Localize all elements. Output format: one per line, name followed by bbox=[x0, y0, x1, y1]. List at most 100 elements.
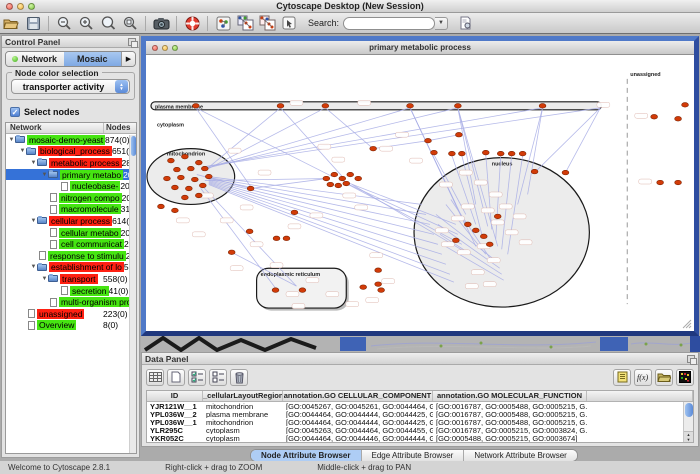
network-node[interactable] bbox=[192, 104, 199, 109]
tree-item-biological-process[interactable]: ▼biological_process651(0) bbox=[6, 146, 136, 158]
network-node[interactable] bbox=[452, 238, 459, 243]
network-node[interactable] bbox=[272, 288, 279, 293]
network-node[interactable] bbox=[327, 182, 334, 187]
network-node[interactable] bbox=[164, 176, 171, 181]
tree-scrollbar[interactable] bbox=[129, 135, 136, 453]
search-dropdown-button[interactable]: ▼ bbox=[435, 17, 448, 30]
snapshot-icon[interactable] bbox=[150, 14, 172, 32]
network-overlay-red-icon[interactable] bbox=[256, 14, 278, 32]
tree-item-multi-organism-pro[interactable]: multi-organism pro42(0) bbox=[6, 296, 136, 308]
tree-item-secretion[interactable]: secretion41(0) bbox=[6, 285, 136, 297]
expand-arrow-icon[interactable]: ▼ bbox=[30, 160, 37, 166]
network-node[interactable] bbox=[472, 228, 479, 233]
network-node[interactable] bbox=[291, 210, 298, 215]
tabs-overflow-button[interactable]: ▶ bbox=[121, 52, 135, 66]
search-options-icon[interactable] bbox=[454, 14, 476, 32]
network-node[interactable] bbox=[360, 285, 367, 290]
network-node[interactable] bbox=[448, 151, 455, 156]
network-node[interactable] bbox=[172, 208, 179, 213]
network-node[interactable] bbox=[343, 181, 350, 186]
import-attributes-icon[interactable] bbox=[655, 369, 673, 386]
column-header[interactable]: ID bbox=[147, 391, 203, 401]
network-node[interactable] bbox=[355, 176, 362, 181]
network-node[interactable] bbox=[181, 195, 188, 200]
heatmap-icon[interactable] bbox=[676, 369, 694, 386]
tab-network-attribute-browser[interactable]: Network Attribute Browser bbox=[464, 450, 576, 461]
network-node[interactable] bbox=[464, 222, 471, 227]
tree-item-unassigned[interactable]: unassigned223(0) bbox=[6, 308, 136, 320]
table-row[interactable]: YLR295Ccytoplasm[GO:0045263, GO:0044464,… bbox=[147, 426, 693, 434]
network-node[interactable] bbox=[539, 104, 546, 109]
resize-grip-icon[interactable] bbox=[689, 326, 691, 328]
tree-item-overview[interactable]: Overview8(0) bbox=[6, 320, 136, 332]
network-canvas[interactable]: plasma membranecytoplasmmitochondrionnuc… bbox=[146, 55, 694, 330]
network-node[interactable] bbox=[425, 138, 432, 143]
node-color-combobox[interactable]: transporter activity ▲▼ bbox=[11, 79, 130, 94]
expand-arrow-icon[interactable]: ▼ bbox=[8, 137, 15, 143]
network-node[interactable] bbox=[299, 288, 306, 293]
new-attribute-icon[interactable] bbox=[167, 369, 185, 386]
network-node[interactable] bbox=[454, 104, 461, 109]
network-node[interactable] bbox=[247, 186, 254, 191]
tab-network[interactable]: Network bbox=[6, 52, 64, 66]
zoom-in-icon[interactable] bbox=[75, 14, 97, 32]
expand-arrow-icon[interactable]: ▼ bbox=[30, 264, 37, 270]
network-window-titlebar[interactable]: primary metabolic process bbox=[146, 41, 694, 55]
network-node[interactable] bbox=[331, 172, 338, 177]
network-node[interactable] bbox=[172, 185, 179, 190]
unselect-attributes-icon[interactable] bbox=[209, 369, 227, 386]
tree-item-response-to-stimulu[interactable]: response to stimulu264(0) bbox=[6, 250, 136, 262]
table-row[interactable]: YPL036W__2plasma membrane[GO:0044464, GO… bbox=[147, 410, 693, 418]
network-node[interactable] bbox=[562, 170, 569, 175]
notes-icon[interactable] bbox=[613, 369, 631, 386]
network-node[interactable] bbox=[378, 288, 385, 293]
network-node[interactable] bbox=[675, 180, 682, 185]
tree-item-primary-metabo[interactable]: ▼primary metabo209(... bbox=[6, 169, 136, 181]
help-icon[interactable] bbox=[181, 14, 203, 32]
network-node[interactable] bbox=[519, 151, 526, 156]
function-builder-icon[interactable]: f(x) bbox=[634, 369, 652, 386]
grid-icon[interactable] bbox=[146, 369, 164, 386]
network-node[interactable] bbox=[347, 172, 354, 177]
network-graph[interactable]: plasma membranecytoplasmmitochondrionnuc… bbox=[146, 55, 694, 330]
float-panel-icon[interactable] bbox=[128, 38, 136, 46]
network-node[interactable] bbox=[158, 204, 165, 209]
open-button[interactable] bbox=[0, 14, 22, 32]
table-row[interactable]: YPL036W__1mitochondrion[GO:0044464, GO:0… bbox=[147, 418, 693, 426]
tree-item-cellular-process[interactable]: ▼cellular process614(0) bbox=[6, 215, 136, 227]
network-node[interactable] bbox=[339, 176, 346, 181]
table-row[interactable]: YDR039C__1mitochondrion[GO:0044464, GO:0… bbox=[147, 442, 693, 443]
network-node[interactable] bbox=[497, 151, 504, 156]
network-node[interactable] bbox=[187, 166, 194, 171]
network-node[interactable] bbox=[407, 104, 414, 109]
network-node[interactable] bbox=[199, 183, 206, 188]
network-node[interactable] bbox=[283, 236, 290, 241]
network-node[interactable] bbox=[173, 167, 180, 172]
expand-arrow-icon[interactable]: ▼ bbox=[41, 172, 48, 178]
network-node[interactable] bbox=[455, 132, 462, 137]
network-node[interactable] bbox=[205, 174, 212, 179]
table-row[interactable]: YJR121W__1mitochondrion[GO:0045267, GO:0… bbox=[147, 402, 693, 410]
network-node[interactable] bbox=[323, 176, 330, 181]
delete-attribute-icon[interactable] bbox=[230, 369, 248, 386]
network-node[interactable] bbox=[185, 186, 192, 191]
expand-arrow-icon[interactable]: ▼ bbox=[41, 276, 48, 282]
network-node[interactable] bbox=[458, 151, 465, 156]
network-node[interactable] bbox=[657, 180, 664, 185]
network-node[interactable] bbox=[246, 229, 253, 234]
column-header[interactable]: annotation.GO CELLULAR_COMPONENT bbox=[283, 391, 433, 401]
network-overlay-blue-icon[interactable] bbox=[234, 14, 256, 32]
network-node[interactable] bbox=[177, 175, 184, 180]
table-scrollbar[interactable]: ▲▼ bbox=[683, 402, 693, 442]
network-node[interactable] bbox=[181, 154, 188, 159]
zoom-fit-icon[interactable] bbox=[119, 14, 141, 32]
network-node[interactable] bbox=[508, 151, 515, 156]
network-node[interactable] bbox=[195, 193, 202, 198]
tab-node-attribute-browser[interactable]: Node Attribute Browser bbox=[251, 450, 362, 461]
zoom-selected-icon[interactable] bbox=[97, 14, 119, 32]
network-node[interactable] bbox=[375, 282, 382, 287]
network-node[interactable] bbox=[277, 104, 284, 109]
network-node[interactable] bbox=[370, 146, 377, 151]
tree-item-cellular-metabo[interactable]: cellular metabo209(0) bbox=[6, 227, 136, 239]
network-node[interactable] bbox=[273, 236, 280, 241]
